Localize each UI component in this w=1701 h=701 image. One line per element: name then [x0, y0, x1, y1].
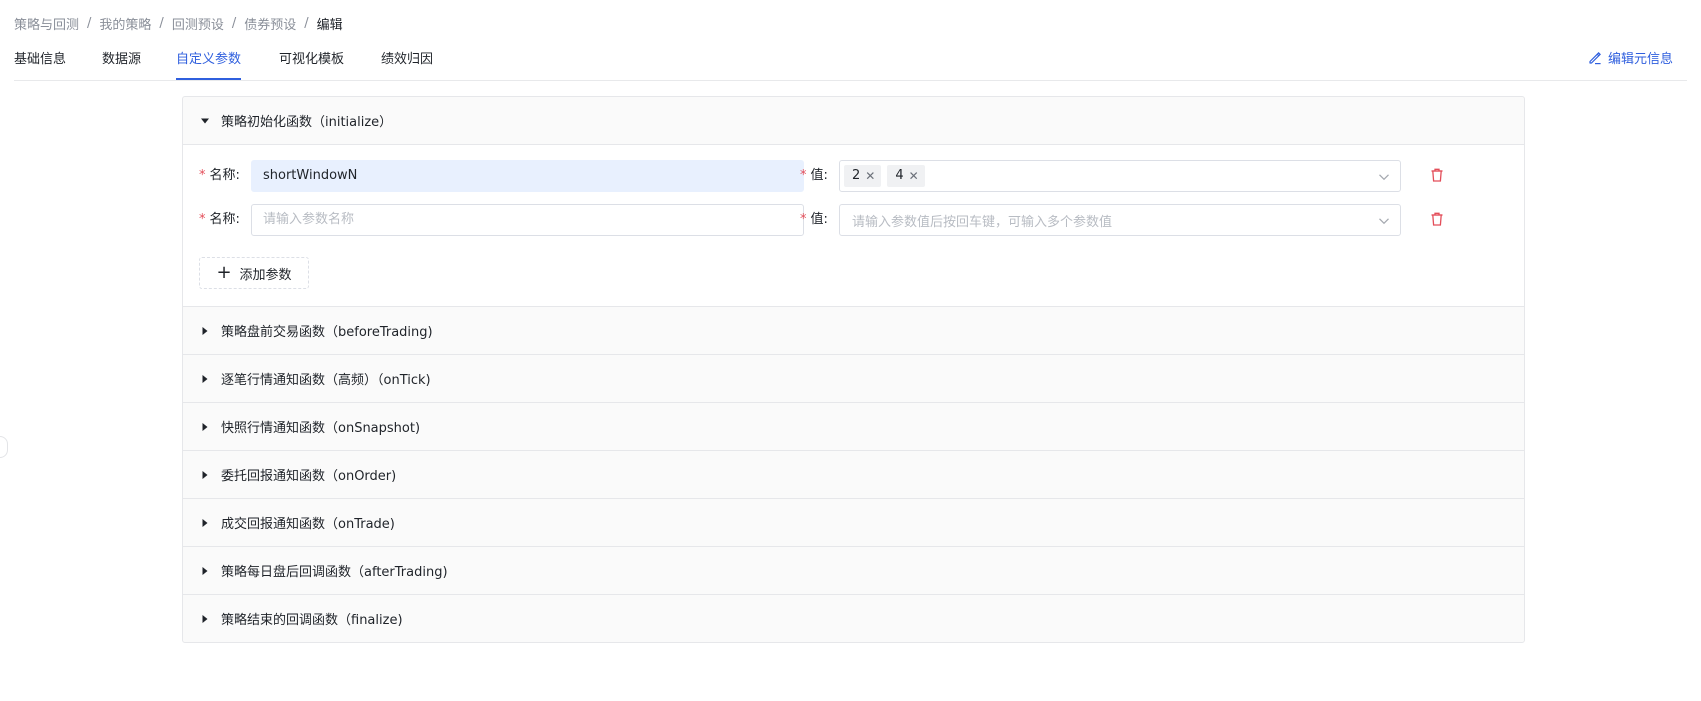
param-value-select[interactable]: 请输入参数值后按回车键，可输入多个参数值 — [839, 204, 1401, 236]
panel-header-before-trading[interactable]: 策略盘前交易函数（beforeTrading) — [183, 307, 1524, 355]
breadcrumb-current: 编辑 — [316, 17, 343, 33]
edit-icon — [1589, 51, 1601, 64]
trash-icon[interactable] — [1429, 211, 1445, 227]
tab-bar: 基础信息 数据源 自定义参数 可视化模板 绩效归因 编辑元信息 — [14, 44, 1687, 81]
plus-icon: + — [216, 262, 232, 283]
breadcrumb-separator: / — [87, 15, 92, 31]
caret-down-icon — [201, 118, 209, 123]
caret-right-icon — [202, 518, 208, 527]
close-icon[interactable]: ✕ — [865, 165, 875, 187]
breadcrumb: 策略与回测 / 我的策略 / 回测预设 / 债券预设 / 编辑 — [14, 14, 343, 33]
name-placeholder: 请输入参数名称 — [263, 212, 355, 227]
panel-title: 快照行情通知函数（onSnapshot) — [221, 421, 421, 436]
sidebar-toggle-handle[interactable] — [0, 436, 8, 458]
breadcrumb-separator: / — [304, 15, 309, 31]
panel-title: 成交回报通知函数（onTrade) — [221, 517, 395, 532]
caret-right-icon — [202, 614, 208, 623]
edit-meta-button[interactable]: 编辑元信息 — [1588, 48, 1673, 67]
panel-body-initialize: * 名称: shortWindowN * 值: 2 ✕ 4 ✕ * 名称: 请输入参数名称… — [183, 145, 1524, 307]
panel-header-after-trading[interactable]: 策略每日盘后回调函数（afterTrading) — [183, 547, 1524, 595]
breadcrumb-item-my-strategy[interactable]: 我的策略 — [99, 14, 151, 33]
add-param-label: 添加参数 — [239, 267, 292, 283]
chevron-down-icon — [1379, 218, 1389, 225]
param-name-input[interactable]: 请输入参数名称 — [251, 204, 804, 236]
tab-basic-info[interactable]: 基础信息 — [14, 48, 66, 78]
caret-right-icon — [202, 374, 208, 383]
tab-visual-template[interactable]: 可视化模板 — [279, 48, 344, 78]
trash-icon[interactable] — [1429, 167, 1445, 183]
param-value-select[interactable]: 2 ✕ 4 ✕ — [839, 160, 1401, 192]
value-label: * 值: — [800, 212, 828, 227]
param-row: * 名称: shortWindowN * 值: 2 ✕ 4 ✕ — [199, 160, 1499, 192]
tab-performance-attribution[interactable]: 绩效归因 — [381, 48, 433, 78]
breadcrumb-item-bond-preset[interactable]: 债券预设 — [244, 14, 296, 33]
caret-right-icon — [202, 566, 208, 575]
param-name-input[interactable]: shortWindowN — [251, 160, 804, 192]
add-param-button[interactable]: + 添加参数 — [199, 257, 309, 289]
panel-title: 策略每日盘后回调函数（afterTrading) — [221, 565, 448, 580]
panel-header-on-trade[interactable]: 成交回报通知函数（onTrade) — [183, 499, 1524, 547]
breadcrumb-separator: / — [231, 15, 237, 31]
panel-title: 策略初始化函数（initialize） — [221, 115, 393, 130]
panel-title: 策略盘前交易函数（beforeTrading) — [221, 325, 433, 340]
panel-header-on-snapshot[interactable]: 快照行情通知函数（onSnapshot) — [183, 403, 1524, 451]
close-icon[interactable]: ✕ — [909, 165, 919, 187]
caret-right-icon — [202, 422, 208, 431]
edit-meta-label: 编辑元信息 — [1607, 52, 1673, 67]
panel-header-initialize[interactable]: 策略初始化函数（initialize） — [183, 97, 1524, 145]
function-collapse: 策略初始化函数（initialize） * 名称: shortWindowN * 值… — [182, 96, 1525, 643]
chevron-down-icon — [1379, 174, 1389, 181]
caret-right-icon — [202, 470, 208, 479]
value-label: * 值: — [800, 168, 828, 183]
value-placeholder: 请输入参数值后按回车键，可输入多个参数值 — [852, 214, 1113, 230]
param-row: * 名称: 请输入参数名称 * 值: 请输入参数值后按回车键，可输入多个参数值 — [199, 204, 1499, 236]
panel-title: 逐笔行情通知函数（高频）（onTick) — [221, 373, 431, 388]
breadcrumb-item-backtest-preset[interactable]: 回测预设 — [172, 14, 224, 33]
breadcrumb-item-strategy-backtest[interactable]: 策略与回测 — [14, 14, 79, 33]
tab-custom-params[interactable]: 自定义参数 — [176, 48, 242, 80]
breadcrumb-separator: / — [159, 15, 164, 31]
name-label: * 名称: — [199, 168, 240, 183]
value-tag: 4 ✕ — [887, 165, 925, 187]
caret-right-icon — [202, 326, 208, 335]
name-label: * 名称: — [199, 212, 240, 227]
panel-title: 委托回报通知函数（onOrder) — [221, 469, 397, 484]
panel-header-on-tick[interactable]: 逐笔行情通知函数（高频）（onTick) — [183, 355, 1524, 403]
tab-data-source[interactable]: 数据源 — [102, 48, 141, 78]
panel-header-finalize[interactable]: 策略结束的回调函数（finalize) — [183, 595, 1524, 642]
value-tag: 2 ✕ — [844, 165, 882, 187]
panel-title: 策略结束的回调函数（finalize) — [221, 613, 403, 628]
panel-header-on-order[interactable]: 委托回报通知函数（onOrder) — [183, 451, 1524, 499]
